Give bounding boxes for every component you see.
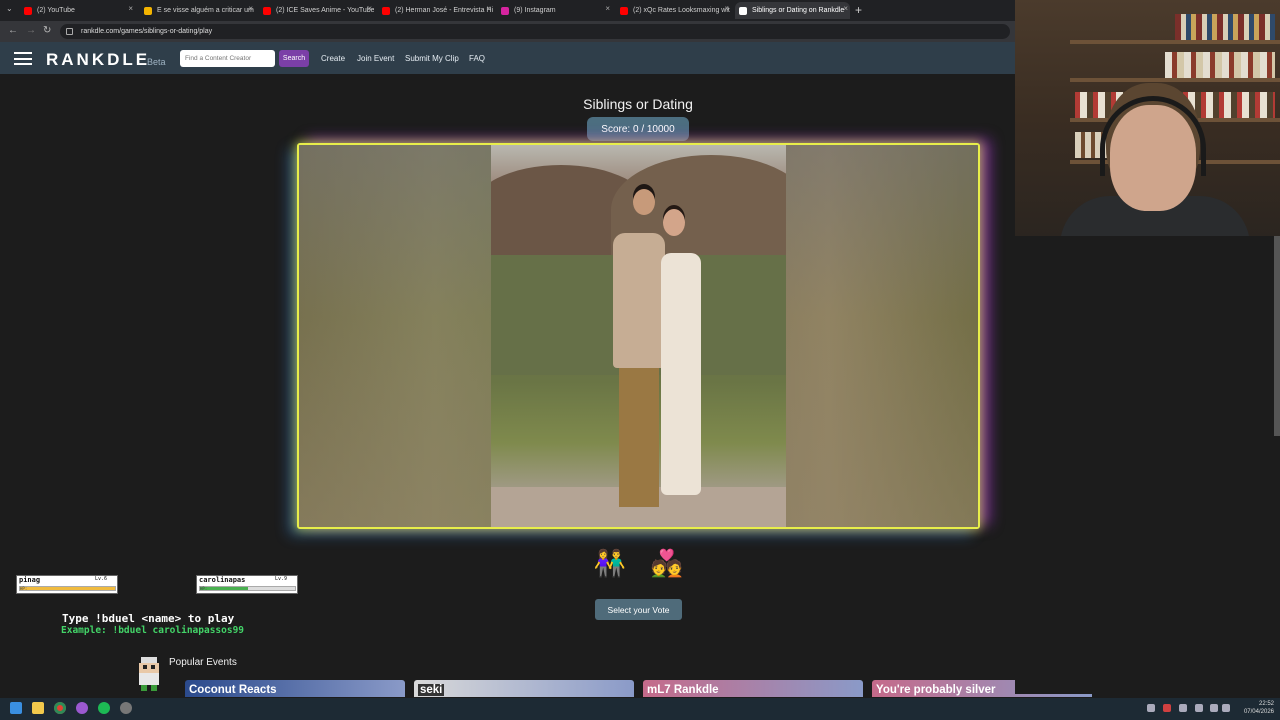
hp-bar xyxy=(199,586,296,591)
browser-tab-bar: ⌄ (2) YouTube × E se visse alguém a critic… xyxy=(0,0,1015,21)
pixel-character-icon xyxy=(139,657,159,691)
player-level: Lv.6 xyxy=(94,576,107,582)
tab-favicon-icon xyxy=(263,6,271,15)
event-card[interactable]: mL7 Rankdle xyxy=(643,680,863,697)
network-icon[interactable] xyxy=(1195,704,1203,712)
event-title: seki xyxy=(418,684,445,696)
nav-join-event[interactable]: Join Event xyxy=(357,54,394,63)
game-image-frame xyxy=(297,143,980,529)
browser-tab[interactable]: (2) YouTube × xyxy=(20,2,135,19)
event-title: mL7 Rankdle xyxy=(647,684,719,696)
siblings-icon[interactable]: 👫 xyxy=(591,544,629,582)
site-logo[interactable]: RANKDLE xyxy=(46,50,150,70)
forward-icon[interactable]: → xyxy=(26,25,36,36)
player-level: Lv.9 xyxy=(274,576,287,582)
tab-search-icon[interactable]: ⌄ xyxy=(6,4,13,13)
tab-title: E se visse alguém a criticar um xyxy=(157,7,254,14)
site-header: RANKDLE Beta Search Create Join Event Su… xyxy=(0,42,1015,74)
back-icon[interactable]: ← xyxy=(8,25,18,36)
url-text: rankdle.com/games/siblings-or-dating/pla… xyxy=(81,28,213,35)
close-tab-icon[interactable]: × xyxy=(605,4,610,13)
event-card[interactable]: Coconut Reacts xyxy=(185,680,405,697)
dating-icon[interactable]: 💑 xyxy=(648,544,686,582)
tab-favicon-icon xyxy=(620,6,628,15)
tab-favicon-icon xyxy=(144,6,152,15)
player-name: pinag xyxy=(19,576,41,584)
close-tab-icon[interactable]: × xyxy=(128,4,133,13)
tab-favicon-icon xyxy=(382,6,390,15)
close-tab-icon[interactable]: × xyxy=(248,4,253,13)
browser-tab[interactable]: (9) Instagram × xyxy=(497,2,612,19)
taskbar: 22:52 07/04/2026 xyxy=(0,698,1280,720)
spotify-icon[interactable] xyxy=(98,702,110,714)
app-icon[interactable] xyxy=(120,702,132,714)
new-tab-button[interactable]: + xyxy=(855,3,862,17)
browser-tab[interactable]: Siblings or Dating on Rankdle × xyxy=(735,2,850,19)
hp-label: HP: xyxy=(200,586,208,591)
duel-instruction: Type !bduel <name> to play xyxy=(62,612,235,625)
beta-badge: Beta xyxy=(147,57,166,67)
chrome-icon[interactable] xyxy=(54,702,66,714)
clock-date: 07/04/2026 xyxy=(1243,709,1274,715)
url-field[interactable]: rankdle.com/games/siblings-or-dating/pla… xyxy=(60,24,1010,39)
tab-title: Siblings or Dating on Rankdle xyxy=(752,7,845,14)
close-tab-icon[interactable]: × xyxy=(843,4,848,13)
score-badge: Score: 0 / 10000 xyxy=(587,117,689,141)
menu-icon[interactable] xyxy=(14,52,32,65)
event-title: Coconut Reacts xyxy=(189,684,277,696)
reload-icon[interactable]: ↻ xyxy=(43,25,51,36)
start-icon[interactable] xyxy=(10,702,22,714)
tab-title: (2) Herman José - Entrevista Hi xyxy=(395,7,493,14)
tray-chevron-icon[interactable] xyxy=(1147,704,1155,712)
tab-favicon-icon xyxy=(24,6,32,15)
close-tab-icon[interactable]: × xyxy=(367,4,372,13)
close-tab-icon[interactable]: × xyxy=(486,4,491,13)
couple-photo xyxy=(491,145,786,527)
volume-icon[interactable] xyxy=(1222,704,1230,712)
browser-tab[interactable]: (2) xQc Rates Looksmaxing wit × xyxy=(616,2,731,19)
tab-title: (2) YouTube xyxy=(37,7,75,14)
duel-player-box: pinag Lv.6 HP: xyxy=(16,575,118,594)
duel-player-box: carolinapas Lv.9 HP: xyxy=(196,575,298,594)
tray-app-icon[interactable] xyxy=(1163,704,1171,712)
tab-favicon-icon xyxy=(739,6,747,15)
browser-tab[interactable]: (2) ICE Saves Anime - YouTube × xyxy=(259,2,374,19)
duel-example: Example: !bduel carolinapassos99 xyxy=(61,625,245,636)
webcam-feed xyxy=(1015,0,1280,236)
hp-label: HP: xyxy=(20,586,28,591)
event-card[interactable]: seki xyxy=(414,680,634,697)
search-button[interactable]: Search xyxy=(279,50,309,67)
close-tab-icon[interactable]: × xyxy=(724,4,729,13)
display-icon[interactable] xyxy=(1210,704,1218,712)
clock[interactable]: 22:52 07/04/2026 xyxy=(1244,700,1274,716)
tray-app-icon[interactable] xyxy=(1179,704,1187,712)
event-title: You're probably silver xyxy=(876,684,996,696)
tab-title: (2) xQc Rates Looksmaxing wit xyxy=(633,7,730,14)
tab-title: (2) ICE Saves Anime - YouTube xyxy=(276,7,374,14)
nav-faq[interactable]: FAQ xyxy=(469,54,485,63)
clock-time: 22:52 xyxy=(1258,701,1274,707)
site-info-icon[interactable] xyxy=(66,28,73,35)
nav-submit-my-clip[interactable]: Submit My Clip xyxy=(405,54,459,63)
popular-events-heading: Popular Events xyxy=(169,657,237,668)
player-name: carolinapas xyxy=(199,576,246,584)
hp-bar xyxy=(19,586,116,591)
nav-create[interactable]: Create xyxy=(321,54,345,63)
file-explorer-icon[interactable] xyxy=(32,702,44,714)
messenger-icon[interactable] xyxy=(76,702,88,714)
browser-tab[interactable]: E se visse alguém a criticar um × xyxy=(140,2,255,19)
creator-search-input[interactable] xyxy=(180,50,275,67)
tab-title: (9) Instagram xyxy=(514,7,556,14)
browser-tab[interactable]: (2) Herman José - Entrevista Hi × xyxy=(378,2,493,19)
address-bar-row: ← → ↻ rankdle.com/games/siblings-or-dati… xyxy=(0,21,1015,42)
side-panel xyxy=(1015,236,1280,694)
scrollbar[interactable] xyxy=(1274,236,1280,436)
tab-favicon-icon xyxy=(501,6,509,15)
select-vote-button[interactable]: Select your Vote xyxy=(595,599,682,620)
